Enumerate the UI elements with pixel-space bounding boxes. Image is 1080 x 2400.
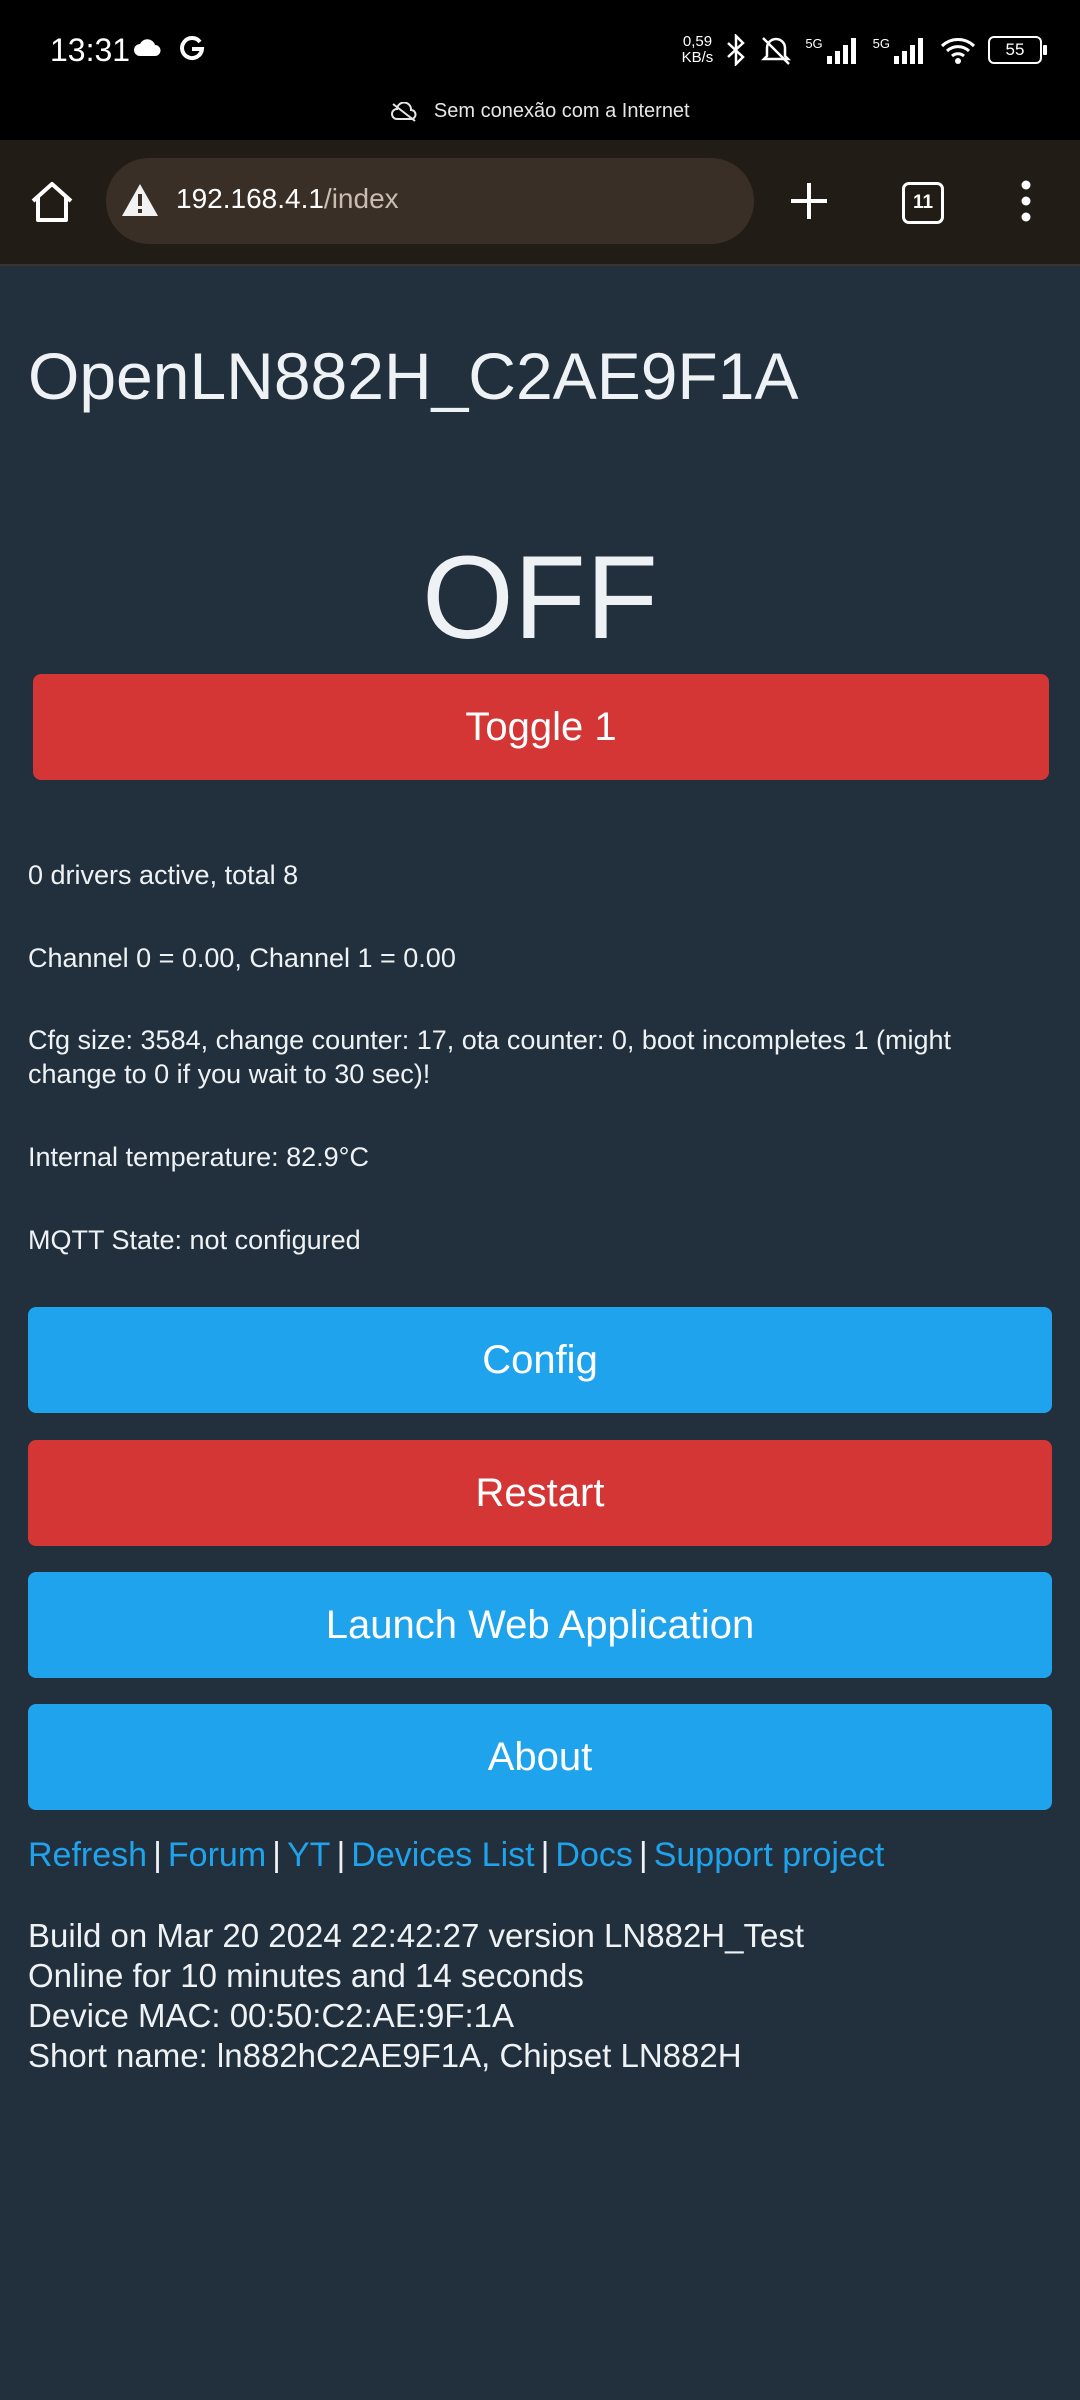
signal-icon-2: 5G (873, 36, 928, 64)
short-name-line: Short name: ln882hC2AE9F1A, Chipset LN88… (28, 2037, 742, 2074)
tabs-icon[interactable]: 11 (902, 182, 944, 224)
cloud-off-icon (391, 101, 417, 122)
forum-link[interactable]: Forum (168, 1836, 266, 1874)
cfg-info: Cfg size: 3584, change counter: 17, ota … (28, 1025, 952, 1089)
link-separator: | (336, 1836, 346, 1874)
drivers-info: 0 drivers active, total 8 (28, 860, 299, 890)
build-info: Build on Mar 20 2024 22:42:27 version LN… (28, 1916, 804, 2076)
support-project-link[interactable]: Support project (654, 1836, 885, 1874)
signal-icon: 5G (805, 36, 860, 64)
mqtt-info: MQTT State: not configured (28, 1225, 361, 1255)
link-separator: | (638, 1836, 648, 1874)
link-separator: | (540, 1836, 550, 1874)
footer-links: Refresh | Forum | YT | Devices List | Docs | Suppo… (28, 1836, 884, 1875)
warning-icon[interactable] (120, 182, 160, 218)
restart-button[interactable]: Restart (28, 1440, 1052, 1546)
url-host: 192.168.4.1 (176, 183, 324, 214)
toggle-1-button[interactable]: Toggle 1 (33, 674, 1049, 780)
plus-icon[interactable] (788, 180, 830, 222)
build-line: Build on Mar 20 2024 22:42:27 version LN… (28, 1917, 804, 1954)
status-bar: 13:31 0,59 KB/s 5G 5G 55 Sem conexão com… (0, 0, 1080, 140)
config-button[interactable]: Config (28, 1307, 1052, 1413)
home-icon[interactable] (28, 180, 76, 224)
url-text[interactable]: 192.168.4.1/index (176, 183, 399, 215)
address-bar[interactable]: 192.168.4.1/index (106, 158, 754, 244)
network-type-label: 5G (872, 36, 890, 51)
network-speed: 0,59 KB/s (682, 34, 714, 66)
google-icon (180, 36, 205, 61)
mute-icon (761, 37, 792, 65)
cloud-icon (134, 39, 161, 56)
refresh-link[interactable]: Refresh (28, 1836, 147, 1874)
network-type-label: 5G (805, 36, 823, 51)
mac-line: Device MAC: 00:50:C2:AE:9F:1A (28, 1997, 515, 2034)
offline-notice: Sem conexão com a Internet (0, 100, 1080, 123)
link-separator: | (272, 1836, 281, 1874)
bluetooth-icon (727, 34, 746, 66)
offline-text: Sem conexão com a Internet (433, 100, 690, 122)
url-path: /index (323, 183, 399, 214)
docs-link[interactable]: Docs (555, 1836, 632, 1874)
status-time: 13:31 (50, 32, 131, 68)
channels-info: Channel 0 = 0.00, Channel 1 = 0.00 (28, 943, 456, 973)
battery-icon: 55 (988, 36, 1047, 64)
speed-value: 0,59 (682, 33, 713, 50)
about-button[interactable]: About (28, 1704, 1052, 1810)
browser-toolbar: 192.168.4.1/index 11 (0, 140, 1080, 266)
launch-web-app-button[interactable]: Launch Web Application (28, 1572, 1052, 1678)
page-title: OpenLN882H_C2AE9F1A (28, 339, 799, 413)
devices-list-link[interactable]: Devices List (351, 1836, 534, 1874)
temperature-info: Internal temperature: 82.9°C (28, 1142, 369, 1172)
link-separator: | (153, 1836, 162, 1874)
uptime-line: Online for 10 minutes and 14 seconds (28, 1957, 584, 1994)
speed-unit: KB/s (681, 49, 714, 66)
wifi-icon (940, 38, 976, 64)
menu-icon[interactable] (1020, 180, 1032, 222)
yt-link[interactable]: YT (287, 1836, 330, 1874)
power-state: OFF (422, 532, 658, 664)
